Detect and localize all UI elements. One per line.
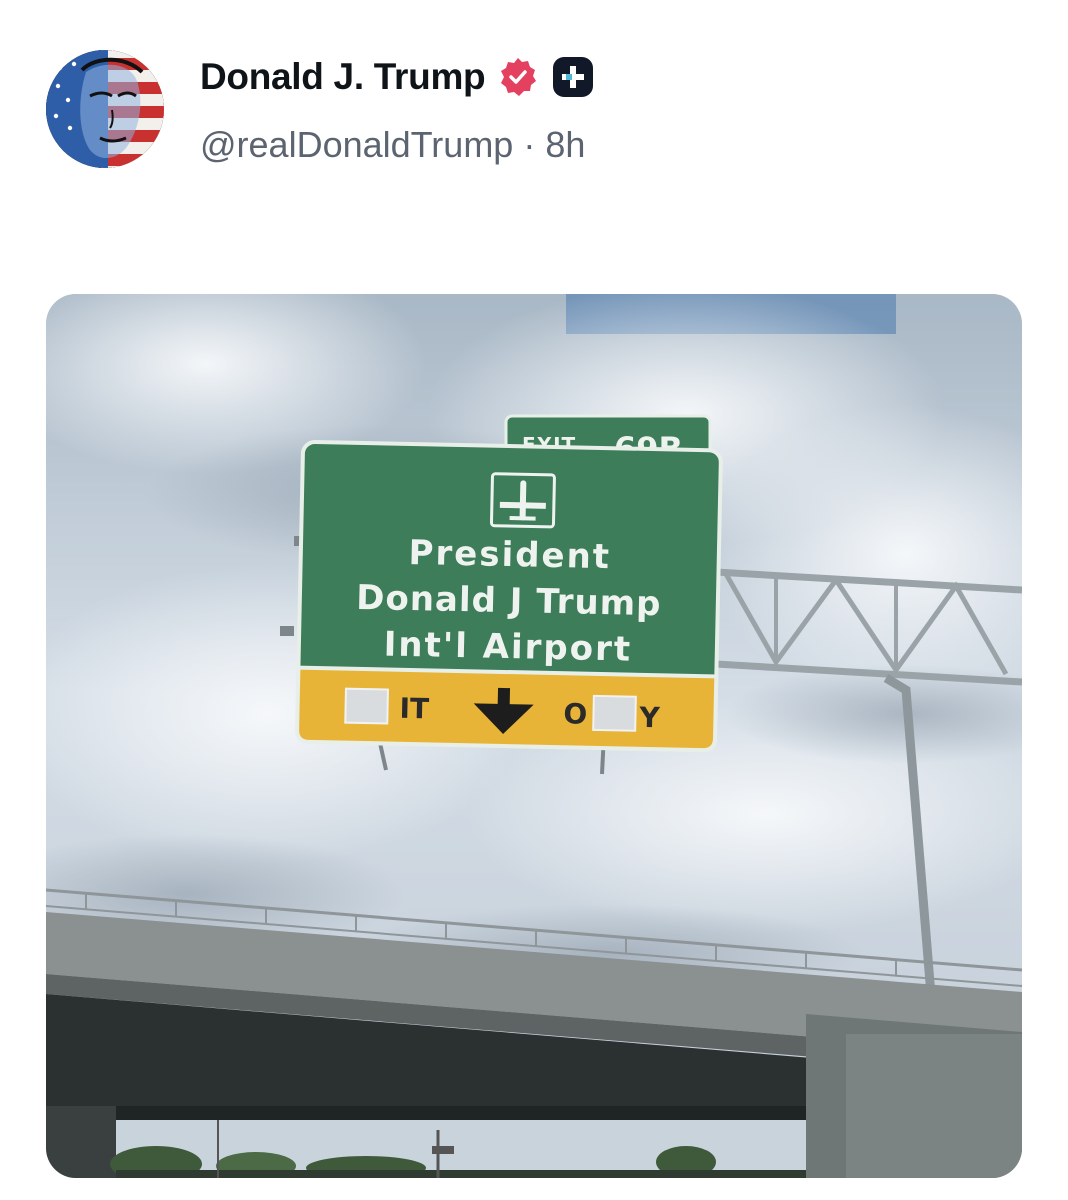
post-meta-row: @realDonaldTrump · 8h [200,120,585,170]
airport-sign: President Donald J Trump Int'l Airport I… [295,439,723,753]
covered-letter-patch-right [592,694,637,732]
lane-text-left: IT [399,692,429,726]
sign-line-2: Donald J Trump [356,578,662,624]
covered-letter-patch-left [344,687,389,725]
lane-text-right-a: O [563,697,587,730]
treeline [110,1120,806,1178]
post-media-photo[interactable]: EXIT 69B President Donald J Trump Int'l … [46,294,1022,1178]
lane-text-right-b: Y [638,701,661,734]
author-handle[interactable]: @realDonaldTrump [200,124,513,166]
meta-separator: · [523,124,536,165]
avatar-portrait-icon [46,50,164,168]
author-display-name[interactable]: Donald J. Trump [200,56,486,98]
sign-line-1: President [408,533,611,577]
author-name-row: Donald J. Trump [200,52,595,102]
post-header: Donald J. Trump @realDonaldTrump · 8h [0,0,1068,200]
highway-sign-photo: EXIT 69B President Donald J Trump Int'l … [46,294,1022,1178]
plus-badge-icon [551,55,595,99]
post-timestamp[interactable]: 8h [545,124,585,166]
verified-badge-icon [497,56,539,98]
sign-line-3: Int'l Airport [383,624,632,669]
avatar[interactable] [46,50,164,168]
